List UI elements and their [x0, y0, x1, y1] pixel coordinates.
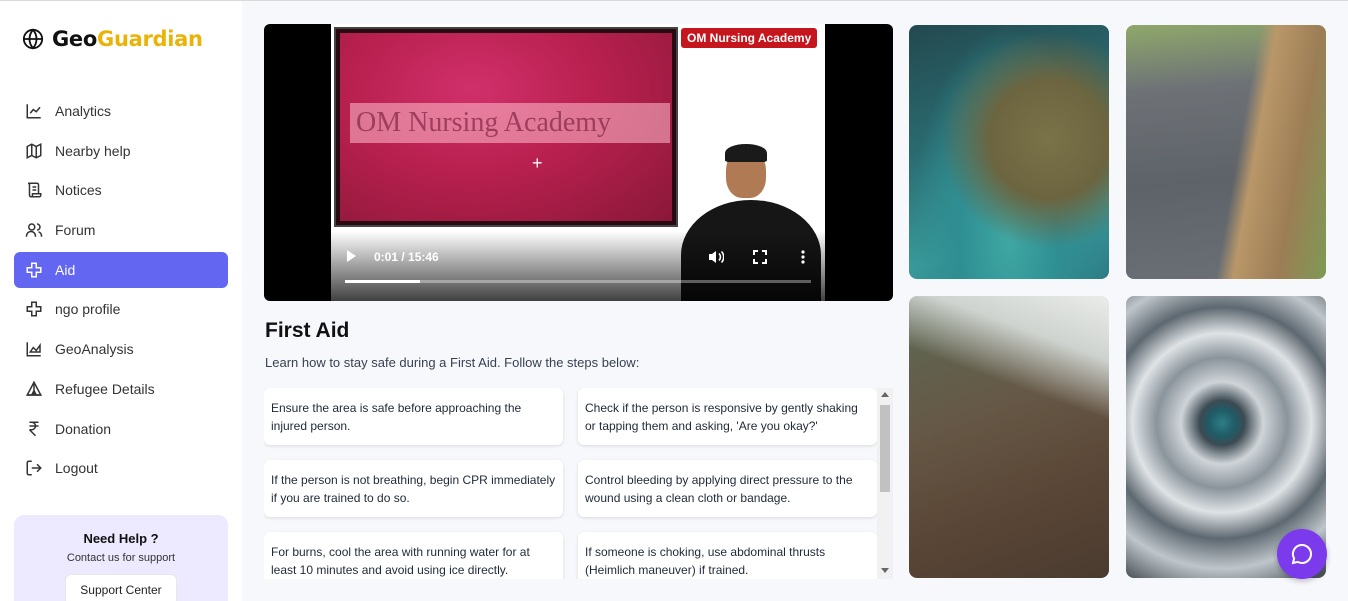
- video-board: OM Nursing Academy +: [334, 27, 678, 227]
- presenter-hair: [725, 144, 767, 162]
- step-card: If someone is choking, use abdominal thr…: [578, 532, 877, 579]
- chart-line-icon: [26, 104, 41, 119]
- cracked-road-photo: [1126, 25, 1326, 279]
- sidebar-item-label: Analytics: [55, 103, 112, 119]
- video-progress-fill: [345, 280, 420, 283]
- sidebar-item-label: Forum: [55, 222, 96, 239]
- sidebar-item-analytics[interactable]: Analytics: [14, 93, 228, 129]
- sidebar-item-label: Notices: [55, 182, 102, 199]
- scroll-icon: [27, 182, 42, 198]
- sidebar-item-geoanalysis[interactable]: GeoAnalysis: [14, 331, 228, 367]
- sidebar-item-ngo-profile[interactable]: ngo profile: [14, 291, 228, 327]
- sidebar-item-refugee-details[interactable]: Refugee Details: [14, 371, 228, 407]
- help-card: Need Help ? Contact us for support Suppo…: [14, 515, 228, 601]
- steps-grid: Ensure the area is safe before approachi…: [264, 388, 877, 579]
- map-icon: [26, 142, 42, 159]
- support-center-button[interactable]: Support Center: [65, 574, 177, 601]
- brand-part-2: Guardian: [97, 27, 203, 51]
- sidebar-item-logout[interactable]: Logout: [14, 450, 228, 486]
- sidebar: GeoGuardian Analytics Nearby help Notice…: [0, 1, 242, 601]
- brand-name: GeoGuardian: [52, 27, 203, 51]
- board-cursor-mark: +: [532, 153, 543, 173]
- chart-area-icon: [26, 342, 41, 357]
- page-description: Learn how to stay safe during a First Ai…: [265, 355, 640, 370]
- step-card: Check if the person is responsive by gen…: [578, 388, 877, 445]
- landslide-photo: [909, 296, 1109, 578]
- board-surface: OM Nursing Academy +: [340, 33, 672, 221]
- video-player[interactable]: OM Nursing Academy + OM Nursing Academy …: [264, 24, 893, 301]
- fullscreen-icon[interactable]: [753, 250, 767, 264]
- users-icon: [25, 223, 43, 237]
- sidebar-item-aid[interactable]: Aid: [14, 251, 228, 288]
- sidebar-item-label: Refugee Details: [55, 380, 155, 397]
- steps-scroll-area[interactable]: Ensure the area is safe before approachi…: [264, 388, 893, 579]
- step-card: Ensure the area is safe before approachi…: [264, 388, 563, 445]
- steps-scrollbar[interactable]: [877, 388, 893, 579]
- globe-icon: [22, 28, 44, 50]
- sidebar-item-donation[interactable]: Donation: [14, 411, 228, 447]
- sidebar-item-label: Nearby help: [55, 142, 131, 159]
- channel-badge: OM Nursing Academy: [681, 28, 818, 48]
- more-options-icon[interactable]: [801, 250, 805, 264]
- scroll-down-arrow-icon[interactable]: [881, 568, 889, 573]
- page-title: First Aid: [265, 319, 350, 342]
- help-title: Need Help ?: [83, 531, 159, 546]
- step-card: If the person is not breathing, begin CP…: [264, 460, 563, 517]
- sidebar-item-label: GeoAnalysis: [55, 341, 134, 358]
- step-card: For burns, cool the area with running wa…: [264, 532, 563, 579]
- scroll-up-arrow-icon[interactable]: [881, 392, 889, 397]
- video-controls-overlay: [331, 231, 825, 301]
- board-watermark: OM Nursing Academy: [350, 103, 670, 143]
- sidebar-item-notices[interactable]: Notices: [14, 172, 228, 208]
- cross-icon: [26, 262, 42, 278]
- volume-icon[interactable]: [708, 250, 724, 264]
- step-card: Control bleeding by applying direct pres…: [578, 460, 877, 517]
- video-frame: OM Nursing Academy + OM Nursing Academy …: [331, 24, 825, 301]
- scroll-thumb[interactable]: [880, 405, 890, 492]
- logout-icon: [26, 460, 42, 476]
- play-icon[interactable]: [347, 250, 356, 262]
- chat-button[interactable]: [1277, 529, 1327, 579]
- cross-icon: [26, 301, 42, 317]
- help-subtitle: Contact us for support: [66, 552, 176, 564]
- sidebar-item-label: Donation: [55, 420, 112, 437]
- tent-icon: [26, 380, 42, 396]
- sidebar-item-label: Aid: [55, 261, 76, 278]
- sidebar-item-nearby-help[interactable]: Nearby help: [14, 133, 228, 169]
- sidebar-item-forum[interactable]: Forum: [14, 212, 228, 248]
- sidebar-item-label: ngo profile: [55, 301, 121, 318]
- river-delta-photo: [909, 25, 1109, 279]
- rupee-icon: [28, 421, 39, 436]
- video-progress-bar[interactable]: [345, 280, 811, 283]
- video-time: 0:01 / 15:46: [374, 250, 439, 264]
- brand-part-1: Geo: [52, 27, 98, 51]
- logo[interactable]: GeoGuardian: [22, 27, 203, 51]
- sidebar-item-label: Logout: [55, 460, 98, 477]
- sidebar-nav: Analytics Nearby help Notices Forum Aid …: [14, 93, 228, 490]
- chat-bubble-icon: [1291, 543, 1312, 565]
